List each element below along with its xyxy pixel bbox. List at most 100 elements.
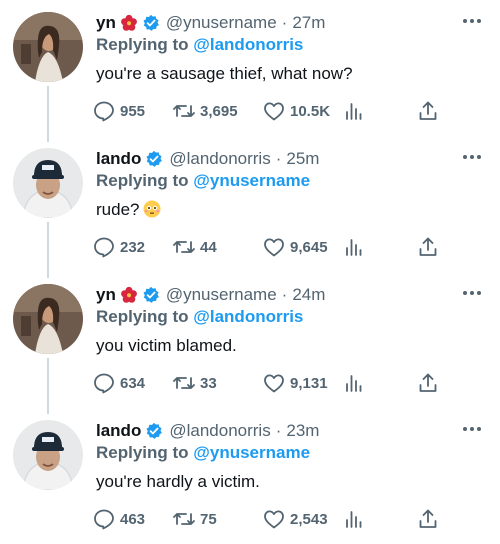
tweet-text: you victim blamed.: [96, 336, 237, 355]
replying-to: Replying to @landonorris: [96, 307, 303, 327]
separator-dot: ·: [275, 421, 282, 440]
reply-icon: [92, 507, 116, 531]
display-name[interactable]: lando: [96, 149, 141, 169]
like-button[interactable]: 9,131: [262, 370, 328, 396]
share-button[interactable]: [416, 98, 440, 124]
like-count: 9,131: [290, 374, 328, 392]
retweet-button[interactable]: 44: [172, 234, 217, 260]
share-button[interactable]: [416, 370, 440, 396]
separator-dot: ·: [281, 13, 288, 32]
more-icon[interactable]: [460, 421, 484, 437]
views-button[interactable]: [342, 234, 366, 260]
tweet-actions: 463 75 2,543: [92, 506, 452, 532]
avatar[interactable]: [13, 148, 83, 218]
avatar[interactable]: [13, 420, 83, 490]
display-name[interactable]: lando: [96, 421, 141, 441]
views-icon: [342, 235, 366, 259]
retweet-icon: [172, 507, 196, 531]
avatar[interactable]: [13, 12, 83, 82]
mention-link[interactable]: @landonorris: [193, 307, 303, 326]
separator-dot: ·: [281, 285, 288, 304]
like-button[interactable]: 10.5K: [262, 98, 330, 124]
username[interactable]: @landonorris: [169, 149, 270, 169]
retweet-icon: [172, 371, 196, 395]
views-button[interactable]: [342, 98, 366, 124]
reply-count: 634: [120, 374, 146, 392]
more-icon[interactable]: [460, 285, 484, 301]
reply-button[interactable]: 955: [92, 98, 145, 124]
tweet-text: you're hardly a victim.: [96, 472, 260, 491]
retweet-icon: [172, 99, 196, 123]
replying-to-label: Replying to: [96, 307, 189, 326]
tweet-text: rude?: [96, 200, 140, 219]
tweet-actions: 955 3,695 10.5K: [92, 98, 452, 124]
verified-badge-icon: [142, 14, 160, 32]
share-button[interactable]: [416, 234, 440, 260]
retweet-count: 75: [200, 510, 217, 528]
verified-badge-icon: [145, 422, 163, 440]
reply-button[interactable]: 634: [92, 370, 145, 396]
tweet[interactable]: yn @ynusername · 27m Replying to @landon…: [0, 0, 500, 142]
replying-to: Replying to @ynusername: [96, 171, 310, 191]
replying-to-label: Replying to: [96, 443, 189, 462]
like-button[interactable]: 2,543: [262, 506, 328, 532]
tweet[interactable]: lando @landonorris · 23m Replying to @yn…: [0, 408, 500, 544]
reply-icon: [92, 371, 116, 395]
timestamp[interactable]: 27m: [292, 13, 325, 33]
display-name[interactable]: yn: [96, 13, 116, 33]
hibiscus-emoji-icon: [120, 286, 138, 304]
views-button[interactable]: [342, 370, 366, 396]
verified-badge-icon: [142, 286, 160, 304]
display-name[interactable]: yn: [96, 285, 116, 305]
like-icon: [262, 235, 286, 259]
share-icon: [416, 99, 440, 123]
more-icon[interactable]: [460, 13, 484, 29]
views-icon: [342, 99, 366, 123]
retweet-button[interactable]: 3,695: [172, 98, 238, 124]
views-icon: [342, 371, 366, 395]
timestamp[interactable]: 25m: [286, 149, 319, 169]
username[interactable]: @landonorris: [169, 421, 270, 441]
reply-button[interactable]: 232: [92, 234, 145, 260]
username[interactable]: @ynusername: [166, 285, 277, 305]
views-button[interactable]: [342, 506, 366, 532]
mention-link[interactable]: @landonorris: [193, 35, 303, 54]
tweet-header: yn @ynusername · 24m: [96, 283, 452, 307]
share-button[interactable]: [416, 506, 440, 532]
avatar[interactable]: [13, 284, 83, 354]
username[interactable]: @ynusername: [166, 13, 277, 33]
verified-badge-icon: [145, 150, 163, 168]
mention-link[interactable]: @ynusername: [193, 171, 310, 190]
views-icon: [342, 507, 366, 531]
tweet[interactable]: yn @ynusername · 24m Replying to @landon…: [0, 272, 500, 414]
reply-count: 955: [120, 102, 146, 120]
replying-to-label: Replying to: [96, 171, 189, 190]
tweet-header: yn @ynusername · 27m: [96, 11, 452, 35]
tweet-body: rude?: [96, 200, 161, 220]
like-button[interactable]: 9,645: [262, 234, 328, 260]
like-count: 9,645: [290, 238, 328, 256]
more-icon[interactable]: [460, 149, 484, 165]
thread-connector: [47, 222, 49, 278]
retweet-button[interactable]: 33: [172, 370, 217, 396]
hibiscus-emoji-icon: [120, 14, 138, 32]
tweet-actions: 634 33 9,131: [92, 370, 452, 396]
retweet-count: 33: [200, 374, 217, 392]
tweet[interactable]: lando @landonorris · 25m Replying to @yn…: [0, 136, 500, 278]
share-icon: [416, 371, 440, 395]
replying-to: Replying to @landonorris: [96, 35, 303, 55]
timestamp[interactable]: 24m: [292, 285, 325, 305]
reply-icon: [92, 99, 116, 123]
timestamp[interactable]: 23m: [286, 421, 319, 441]
tweet-actions: 232 44 9,645: [92, 234, 452, 260]
like-icon: [262, 507, 286, 531]
reply-button[interactable]: 463: [92, 506, 145, 532]
reply-icon: [92, 235, 116, 259]
tweet-header: lando @landonorris · 25m: [96, 147, 452, 171]
thread-connector: [47, 358, 49, 414]
like-count: 10.5K: [290, 102, 331, 120]
thread-connector: [47, 86, 49, 142]
replying-to-label: Replying to: [96, 35, 189, 54]
mention-link[interactable]: @ynusername: [193, 443, 310, 462]
retweet-button[interactable]: 75: [172, 506, 217, 532]
